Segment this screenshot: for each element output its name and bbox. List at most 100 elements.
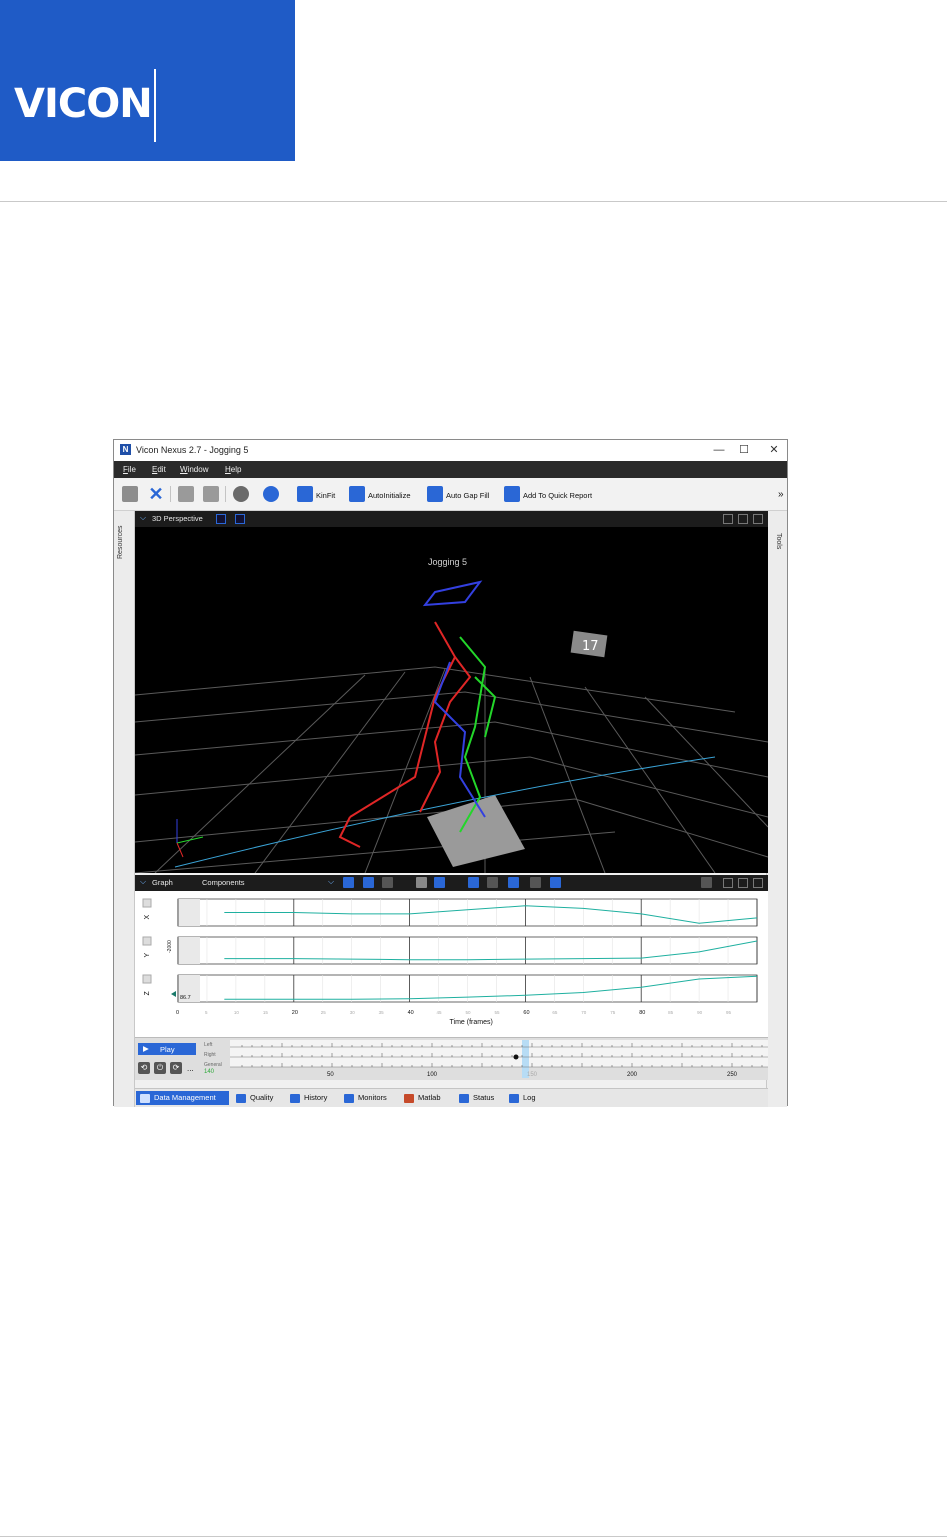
graph-tool-icon[interactable] bbox=[530, 877, 541, 888]
forward-button[interactable]: ⟳ bbox=[170, 1062, 182, 1074]
track-general-label: General bbox=[204, 1062, 222, 1068]
tab-monitors[interactable]: Monitors bbox=[340, 1091, 398, 1105]
log-icon bbox=[509, 1094, 519, 1103]
kinfit-button[interactable]: KinFit bbox=[316, 491, 335, 500]
resources-sidebar[interactable]: Resources bbox=[114, 511, 135, 1107]
grid-line bbox=[135, 666, 736, 713]
toolbar: ✕ KinFit AutoInitialize Auto Gap Fill Ad… bbox=[114, 478, 787, 511]
graph-tool-icon[interactable] bbox=[343, 877, 354, 888]
chevron-down-icon[interactable]: ⌵ bbox=[328, 877, 334, 887]
tab-status[interactable]: Status bbox=[455, 1091, 503, 1105]
chevron-down-icon[interactable]: ⌵ bbox=[140, 513, 146, 523]
time-bar[interactable]: ▶ Play ⟲ ⏻ ⟳ ... Left Right General 140 … bbox=[135, 1037, 768, 1080]
tab-log[interactable]: Log bbox=[505, 1091, 545, 1105]
camera-icon[interactable] bbox=[216, 514, 226, 524]
3d-view-selector[interactable]: 3D Perspective bbox=[152, 514, 203, 523]
save-icon[interactable] bbox=[122, 486, 138, 502]
pane-close-icon[interactable] bbox=[753, 878, 763, 888]
resources-label[interactable]: Resources bbox=[117, 526, 124, 559]
menu-file[interactable]: File bbox=[123, 465, 136, 474]
graph-tool-icon[interactable] bbox=[468, 877, 479, 888]
chevron-down-icon[interactable]: ⌵ bbox=[140, 877, 146, 887]
trial-name-label: Jogging 5 bbox=[428, 557, 467, 567]
minor-tick-label: 65 bbox=[552, 1010, 558, 1015]
kinfit-icon[interactable] bbox=[297, 486, 313, 502]
event-marker-icon bbox=[513, 1054, 519, 1060]
auto-gap-fill-button[interactable]: Auto Gap Fill bbox=[446, 491, 489, 500]
3d-perspective-view[interactable]: 17 Jogging 5 bbox=[135, 527, 768, 873]
tab-matlab[interactable]: Matlab bbox=[400, 1091, 453, 1105]
major-tick-label: 80 bbox=[639, 1010, 645, 1016]
folder-icon bbox=[140, 1094, 150, 1103]
minor-tick-label: 50 bbox=[466, 1010, 472, 1015]
toolbar-separator bbox=[170, 486, 171, 502]
subject-icon[interactable] bbox=[233, 486, 249, 502]
header-rule bbox=[0, 201, 947, 202]
pane-split-icon[interactable] bbox=[738, 514, 748, 524]
ruler-tick-label: 100 bbox=[427, 1072, 438, 1078]
tab-quality[interactable]: Quality bbox=[232, 1091, 284, 1105]
menu-edit[interactable]: Edit bbox=[152, 465, 166, 474]
pane-close-icon[interactable] bbox=[753, 514, 763, 524]
close-trial-icon[interactable]: ✕ bbox=[148, 485, 164, 503]
labeling-icon[interactable] bbox=[263, 486, 279, 502]
tab-history[interactable]: History bbox=[286, 1091, 338, 1105]
graph-view-selector[interactable]: Graph bbox=[152, 878, 173, 887]
close-button[interactable]: ✕ bbox=[766, 443, 782, 457]
play-button[interactable]: ▶ Play bbox=[138, 1043, 196, 1055]
menu-bar: File Edit Window Help bbox=[114, 461, 787, 478]
vicon-logo: VICON bbox=[0, 0, 295, 161]
graph-tool-icon[interactable] bbox=[508, 877, 519, 888]
lock-icon[interactable] bbox=[701, 877, 712, 888]
more-options-button[interactable]: ... bbox=[187, 1064, 194, 1073]
toolbar-overflow-button[interactable]: » bbox=[778, 489, 784, 500]
graph-tool-icon[interactable] bbox=[487, 877, 498, 888]
ruler-tick-label: 150 bbox=[527, 1072, 538, 1078]
nexus-app-icon: N bbox=[120, 444, 131, 455]
plot-shade bbox=[178, 937, 200, 964]
pane-split-icon[interactable] bbox=[738, 878, 748, 888]
tab-label: Log bbox=[523, 1093, 536, 1102]
status-icon bbox=[459, 1094, 469, 1103]
channel-toggle-checkbox bbox=[142, 898, 152, 908]
tab-data-management[interactable]: Data Management bbox=[136, 1091, 229, 1105]
graph-area[interactable]: X Y Z -2000 86.7 0 20 40 60 80 5 10 15 25 30 35 45 50 55 65… bbox=[135, 891, 768, 1037]
tools-label[interactable]: Tools bbox=[775, 533, 782, 549]
pane-minimize-icon[interactable] bbox=[723, 514, 733, 524]
autoinitialize-button[interactable]: AutoInitialize bbox=[368, 491, 411, 500]
menu-window[interactable]: Window bbox=[180, 465, 208, 474]
graph-tool-icon[interactable] bbox=[434, 877, 445, 888]
tab-label: Quality bbox=[250, 1093, 274, 1102]
maximize-button[interactable]: ☐ bbox=[736, 443, 752, 457]
graph-tool-icon[interactable] bbox=[550, 877, 561, 888]
redo-icon[interactable] bbox=[203, 486, 219, 502]
rewind-button[interactable]: ⟲ bbox=[138, 1062, 150, 1074]
major-tick-label: 0 bbox=[176, 1010, 179, 1016]
nexus-window: N Vicon Nexus 2.7 - Jogging 5 — ☐ ✕ File… bbox=[113, 439, 788, 1107]
minimize-button[interactable]: — bbox=[711, 443, 727, 457]
undo-icon[interactable] bbox=[178, 486, 194, 502]
power-button[interactable]: ⏻ bbox=[154, 1062, 166, 1074]
marker-label: 17 bbox=[582, 639, 599, 654]
graph-tool-icon[interactable] bbox=[363, 877, 374, 888]
graph-tool-icon[interactable] bbox=[416, 877, 427, 888]
minor-tick-label: 85 bbox=[668, 1010, 674, 1015]
minor-tick-label: 45 bbox=[437, 1010, 443, 1015]
graph-mode-selector[interactable]: Components bbox=[202, 878, 245, 887]
quick-report-icon[interactable] bbox=[504, 486, 520, 502]
minor-tick-label: 30 bbox=[350, 1010, 356, 1015]
menu-help[interactable]: Help bbox=[225, 465, 241, 474]
tools-sidebar[interactable]: Tools bbox=[766, 511, 787, 1107]
channel-toggle-checkbox bbox=[142, 974, 152, 984]
skeleton-segment bbox=[349, 656, 456, 818]
quality-icon bbox=[236, 1094, 246, 1103]
pane-minimize-icon[interactable] bbox=[723, 878, 733, 888]
autoinitialize-icon[interactable] bbox=[349, 486, 365, 502]
follow-icon[interactable] bbox=[235, 514, 245, 524]
minor-tick-label: 70 bbox=[581, 1010, 587, 1015]
skeleton-segment bbox=[422, 580, 483, 607]
timeline-ruler[interactable]: 50 100 150 200 250 bbox=[230, 1038, 770, 1080]
graph-tool-icon[interactable] bbox=[382, 877, 393, 888]
add-to-quick-report-button[interactable]: Add To Quick Report bbox=[523, 491, 592, 500]
gap-fill-icon[interactable] bbox=[427, 486, 443, 502]
